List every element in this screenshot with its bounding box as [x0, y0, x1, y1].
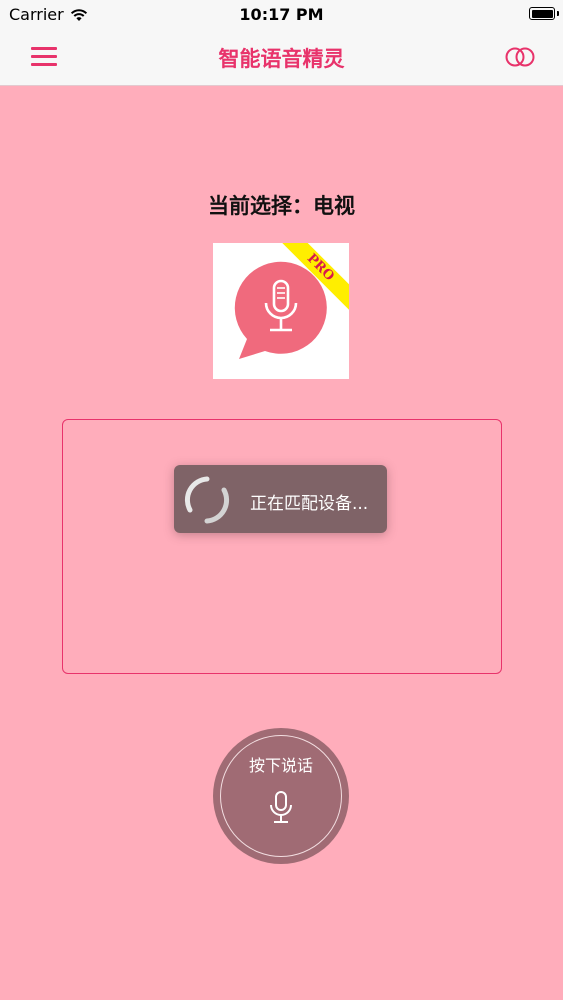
loading-hud: 正在匹配设备... — [174, 465, 387, 533]
nav-bar: 智能语音精灵 — [0, 30, 563, 86]
app-logo: PRO — [213, 243, 349, 379]
status-time: 10:17 PM — [239, 5, 324, 24]
rings-icon[interactable] — [503, 46, 537, 68]
talk-button-label: 按下说话 — [248, 756, 313, 775]
page-title: 智能语音精灵 — [218, 47, 345, 71]
status-bar: Carrier 10:17 PM — [0, 0, 563, 30]
speech-result-box — [62, 419, 502, 674]
loading-spinner-icon — [184, 476, 230, 524]
microphone-icon — [270, 791, 292, 823]
battery-icon — [529, 7, 559, 20]
loading-text: 正在匹配设备... — [250, 494, 369, 514]
push-to-talk-button[interactable]: 按下说话 — [213, 728, 349, 864]
current-selection-label: 当前选择：电视 — [208, 194, 355, 218]
